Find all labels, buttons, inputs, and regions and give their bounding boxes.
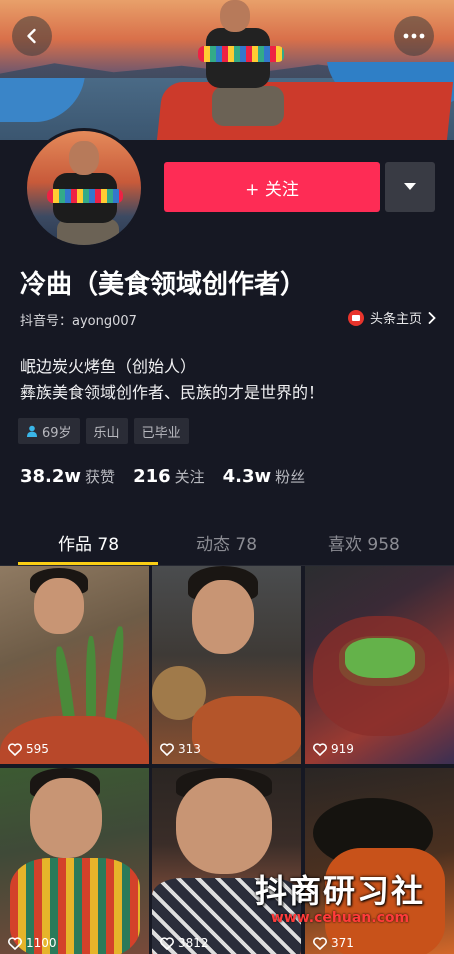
heart-icon [313,742,327,756]
male-user-icon [27,425,37,437]
bio-line: 彝族美食领域创作者、民族的才是世界的！ [20,383,325,402]
video-likes-count: 919 [331,742,354,756]
fans-label: 粉丝 [275,468,306,486]
following-label: 关注 [174,468,205,486]
profile-nickname: 冷曲（美食领域创作者） [20,270,307,300]
video-thumbnail[interactable]: 313 [152,566,301,764]
video-likes-count: 1100 [26,936,57,950]
toutiao-homepage-link[interactable]: 头条主页 [347,308,436,327]
toutiao-icon [347,309,364,326]
heart-icon [8,742,22,756]
video-thumbnail[interactable]: 919 [305,566,454,764]
back-button[interactable] [12,16,52,56]
video-likes: 1100 [8,936,57,950]
video-likes: 3812 [160,936,209,950]
video-likes: 595 [8,742,49,756]
likes-count: 38.2w [20,466,82,487]
watermark-title: 抖商研习社 [254,872,425,910]
status-tag: 已毕业 [133,418,189,444]
recommend-dropdown-button[interactable] [385,162,435,212]
watermark: 抖商研习社 www.cehuan.com [228,866,452,926]
heart-icon [160,742,174,756]
follow-button[interactable]: + 关注 [164,162,380,212]
profile-tabs: 作品 78 动态 78 喜欢 958 [0,522,454,566]
profile-cover-image [0,0,454,140]
heart-icon [313,936,327,950]
heart-icon [160,936,174,950]
tab-liked[interactable]: 喜欢 958 [328,530,400,555]
ellipsis-icon [403,33,425,39]
video-thumbnail[interactable]: 1100 [0,768,149,954]
following-count: 216 [133,466,171,487]
video-thumbnail[interactable]: 595 [0,566,149,764]
watermark-url: www.cehuan.com [270,910,410,926]
account-id: 抖音号：ayong007 [20,313,137,329]
avatar[interactable] [24,128,144,248]
active-tab-indicator [18,562,158,565]
profile-stats: 38.2w 获赞 216 关注 4.3w 粉丝 [20,466,305,487]
account-row: 抖音号：ayong007 头条主页 [20,308,436,330]
profile-tags: 69岁 乐山 已毕业 [18,418,189,444]
video-likes-count: 595 [26,742,49,756]
video-likes-count: 371 [331,936,354,950]
following-stat[interactable]: 216 关注 [133,466,205,487]
tab-works[interactable]: 作品 78 [58,530,119,555]
video-likes: 919 [313,742,354,756]
likes-label: 获赞 [85,468,116,486]
age-label: 69岁 [42,425,72,441]
likes-stat[interactable]: 38.2w 获赞 [20,466,115,487]
fans-count: 4.3w [222,466,272,487]
bio-line: 岷边炭火烤鱼（创始人） [20,357,197,376]
chevron-left-icon [27,28,36,44]
video-thumbnail[interactable]: 371 [305,768,454,954]
age-tag: 69岁 [18,418,80,444]
fans-stat[interactable]: 4.3w 粉丝 [223,466,306,487]
video-likes: 313 [160,742,201,756]
city-tag: 乐山 [85,418,128,444]
profile-bio: 岷边炭火烤鱼（创始人） 彝族美食领域创作者、民族的才是世界的！ [20,354,324,406]
video-thumbnail[interactable]: 3812 [152,768,301,954]
heart-icon [8,936,22,950]
caret-down-icon [404,183,416,190]
chevron-right-icon [428,311,436,324]
video-likes: 371 [313,936,354,950]
video-likes-count: 3812 [178,936,209,950]
tab-dynamic[interactable]: 动态 78 [196,530,257,555]
toutiao-label: 头条主页 [369,312,422,327]
video-likes-count: 313 [178,742,201,756]
more-options-button[interactable] [394,16,434,56]
